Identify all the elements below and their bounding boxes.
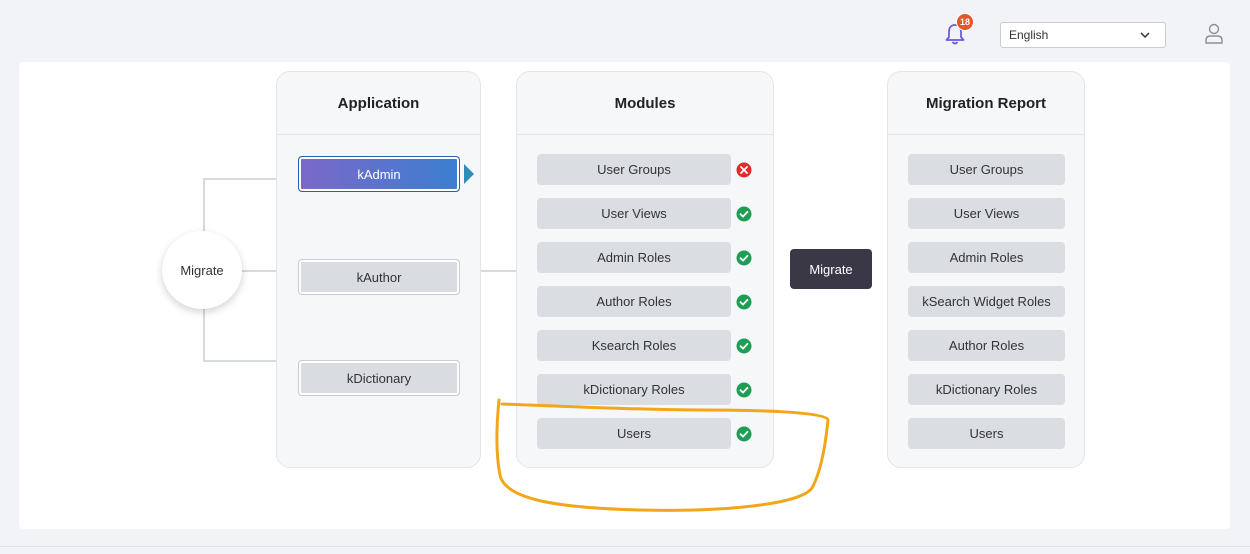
active-indicator-icon xyxy=(464,164,474,184)
language-select[interactable]: English xyxy=(1000,22,1166,48)
app-item-kadmin[interactable]: kAdmin xyxy=(298,156,460,192)
language-select-value: English xyxy=(1009,28,1049,42)
report-item-author-roles[interactable]: Author Roles xyxy=(908,330,1065,361)
divider xyxy=(0,546,1250,547)
top-bar: 18 English xyxy=(0,0,1250,62)
module-item-ksearch-roles[interactable]: Ksearch Roles xyxy=(537,330,731,361)
report-item-user-views[interactable]: User Views xyxy=(908,198,1065,229)
migrate-node[interactable]: Migrate xyxy=(162,231,242,309)
module-item-admin-roles[interactable]: Admin Roles xyxy=(537,242,731,273)
report-item-user-groups[interactable]: User Groups xyxy=(908,154,1065,185)
modules-card: Modules User Groups User Views Admin Rol… xyxy=(516,71,774,468)
chevron-down-icon xyxy=(1140,32,1150,39)
module-item-users[interactable]: Users xyxy=(537,418,731,449)
modules-title: Modules xyxy=(517,72,773,135)
check-icon xyxy=(736,294,752,310)
application-title: Application xyxy=(277,72,480,135)
check-icon xyxy=(736,382,752,398)
notification-badge: 18 xyxy=(956,13,974,31)
error-icon xyxy=(736,162,752,178)
application-card: Application kAdmin kAuthor kDictionary xyxy=(276,71,481,468)
report-item-users[interactable]: Users xyxy=(908,418,1065,449)
module-item-kdictionary-roles[interactable]: kDictionary Roles xyxy=(537,374,731,405)
check-icon xyxy=(736,426,752,442)
report-item-ksearch-widget-roles[interactable]: kSearch Widget Roles xyxy=(908,286,1065,317)
report-item-kdictionary-roles[interactable]: kDictionary Roles xyxy=(908,374,1065,405)
module-item-user-views[interactable]: User Views xyxy=(537,198,731,229)
app-item-kauthor[interactable]: kAuthor xyxy=(298,259,460,295)
migrate-button[interactable]: Migrate xyxy=(790,249,872,289)
migration-report-title: Migration Report xyxy=(888,72,1084,135)
migration-report-card: Migration Report User Groups User Views … xyxy=(887,71,1085,468)
check-icon xyxy=(736,338,752,354)
report-item-admin-roles[interactable]: Admin Roles xyxy=(908,242,1065,273)
app-item-kdictionary[interactable]: kDictionary xyxy=(298,360,460,396)
check-icon xyxy=(736,250,752,266)
connector-line xyxy=(481,270,517,272)
module-item-user-groups[interactable]: User Groups xyxy=(537,154,731,185)
check-icon xyxy=(736,206,752,222)
user-icon[interactable] xyxy=(1203,22,1225,46)
module-item-author-roles[interactable]: Author Roles xyxy=(537,286,731,317)
